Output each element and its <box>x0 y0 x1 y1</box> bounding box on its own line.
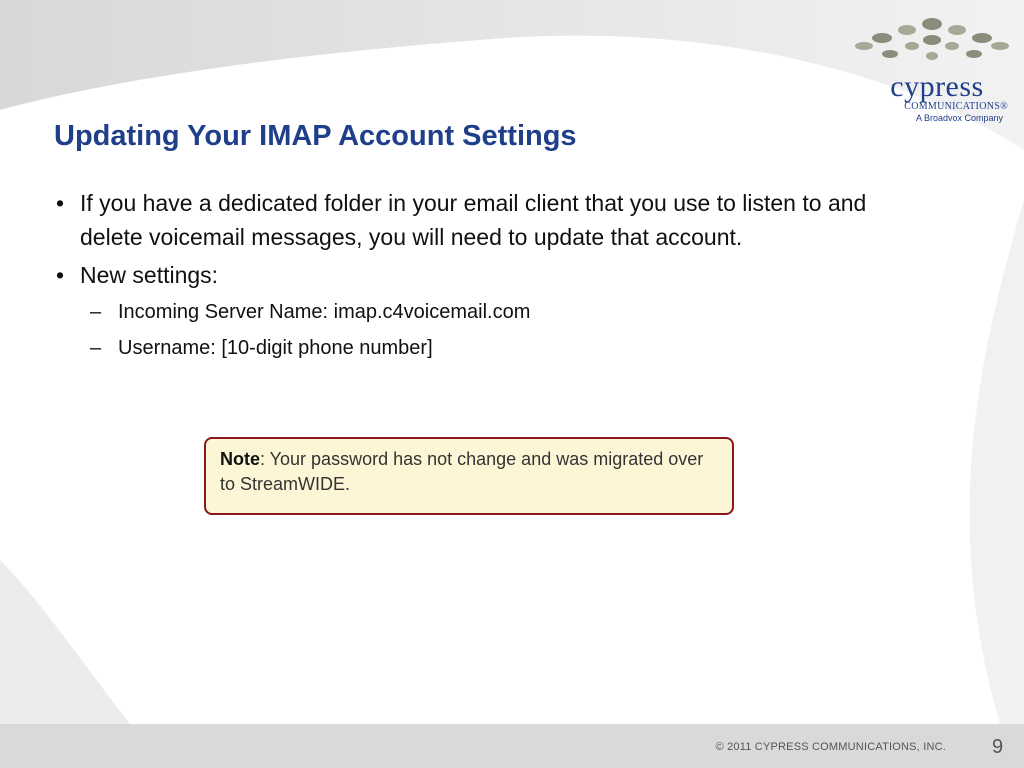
bullet-item: • If you have a dedicated folder in your… <box>54 186 874 254</box>
sub-bullet-list: – Incoming Server Name: imap.c4voicemail… <box>80 294 874 366</box>
logo-subtitle: COMMUNICATIONS® <box>904 101 1008 112</box>
sub-bullet-item: – Incoming Server Name: imap.c4voicemail… <box>80 294 874 330</box>
dash-icon: – <box>90 337 102 359</box>
logo-dots-icon <box>855 18 1009 60</box>
copyright-text: © 2011 CYPRESS COMMUNICATIONS, INC. <box>715 741 946 753</box>
page-number: 9 <box>992 736 1004 758</box>
slide-title: Updating Your IMAP Account Settings <box>54 120 577 152</box>
note-text: : Your password has not change and was m… <box>220 449 704 494</box>
sub-bullet-item: – Username: [10-digit phone number] <box>80 330 874 366</box>
bullet-item: • New settings: – Incoming Server Name: … <box>54 258 874 366</box>
note-label: Note <box>220 449 260 469</box>
sub-bullet-text: Username: [10-digit phone number] <box>118 337 433 359</box>
logo-tagline: A Broadvox Company <box>915 113 1003 123</box>
logo-wordmark: cypress <box>890 70 984 103</box>
bullet-text: New settings: <box>80 262 219 288</box>
bullet-dot-icon: • <box>56 262 65 288</box>
note-callout: Note: Your password has not change and w… <box>204 437 734 515</box>
cypress-logo: cypress COMMUNICATIONS® A Broadvox Compa… <box>852 14 1012 124</box>
bullet-list: • If you have a dedicated folder in your… <box>54 186 874 370</box>
bullet-text: If you have a dedicated folder in your e… <box>80 190 867 250</box>
bullet-dot-icon: • <box>56 190 65 216</box>
sub-bullet-text: Incoming Server Name: imap.c4voicemail.c… <box>118 301 531 323</box>
dash-icon: – <box>90 301 102 323</box>
